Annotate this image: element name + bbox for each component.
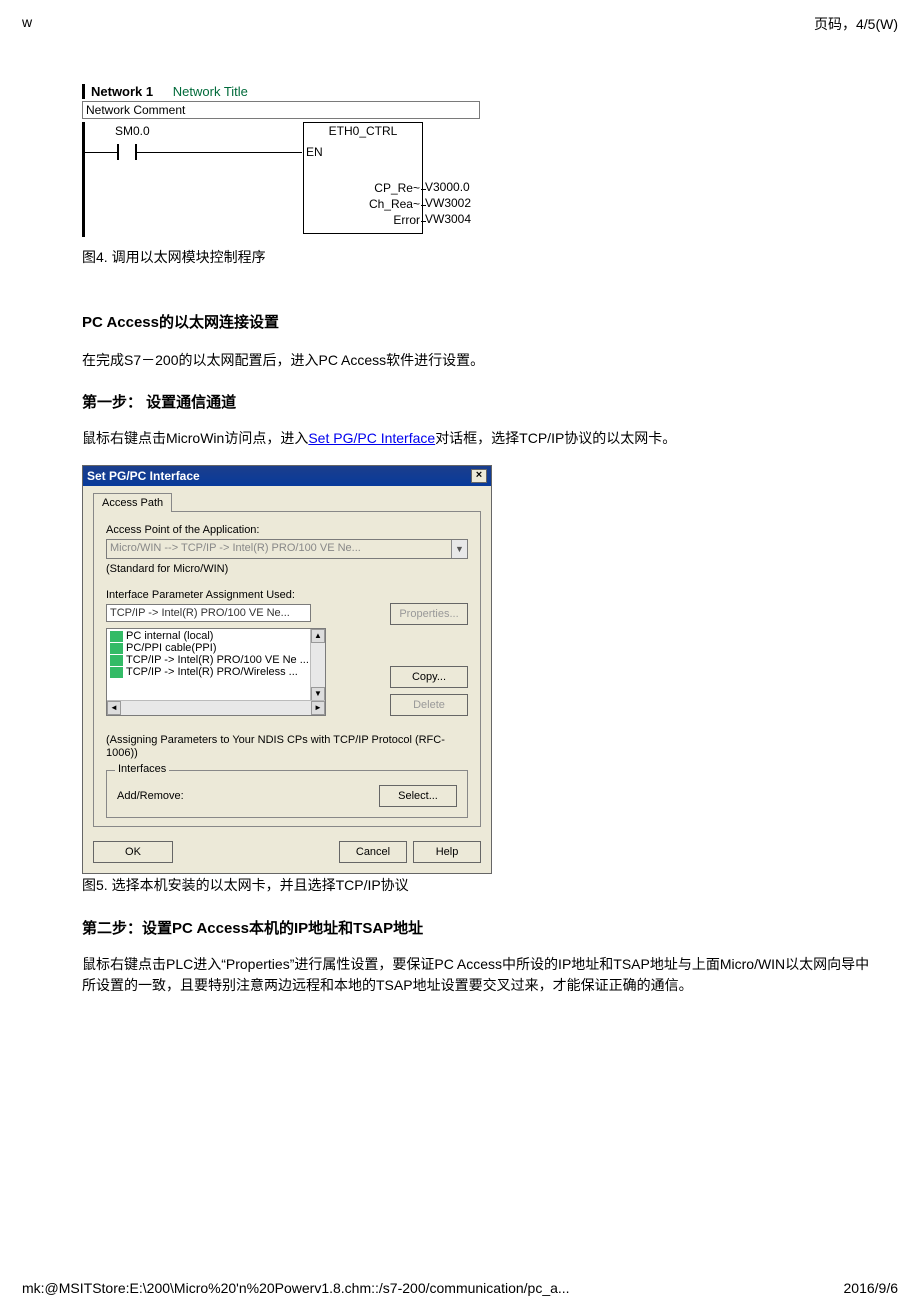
dialog-title: Set PG/PC Interface — [87, 469, 200, 483]
dialog-titlebar[interactable]: Set PG/PC Interface × — [83, 466, 491, 486]
para-intro: 在完成S7－200的以太网配置后，进入PC Access软件进行设置。 — [82, 350, 883, 371]
set-pgpc-interface-link[interactable]: Set PG/PC Interface — [308, 430, 435, 446]
interfaces-group: Interfaces Add/Remove: Select... — [106, 770, 468, 818]
copy-button[interactable]: Copy... — [390, 666, 468, 688]
para-step2: 鼠标右键点击PLC进入“Properties”进行属性设置，要保证PC Acce… — [82, 954, 883, 996]
adapter-icon — [110, 655, 123, 666]
ladder-rung: SM0.0 ETH0_CTRL EN CP_Re~ Ch_Rea~ Error … — [82, 122, 480, 237]
fb-ext-v3000: V3000.0 — [425, 180, 485, 194]
standard-note: (Standard for Micro/WIN) — [106, 563, 468, 575]
list-item: PC/PPI cable(PPI) — [109, 642, 323, 654]
list-item: TCP/IP -> Intel(R) PRO/100 VE Ne ... — [109, 654, 323, 666]
scroll-down-icon[interactable]: ▼ — [311, 687, 325, 701]
adapter-icon — [110, 643, 123, 654]
function-block: ETH0_CTRL EN CP_Re~ Ch_Rea~ Error — [303, 122, 423, 234]
tab-access-path[interactable]: Access Path — [93, 493, 172, 512]
chevron-down-icon[interactable]: ▼ — [451, 540, 467, 558]
cancel-button[interactable]: Cancel — [339, 841, 407, 863]
addremove-label: Add/Remove: — [117, 790, 184, 802]
header-right: 页码，4/5(W) — [814, 14, 898, 34]
para-step1: 鼠标右键点击MicroWin访问点，进入Set PG/PC Interface对… — [82, 428, 883, 449]
fb-pin-ch: Ch_Rea~ — [369, 197, 420, 211]
list-item: PC internal (local) — [109, 630, 323, 642]
protocol-note: (Assigning Parameters to Your NDIS CPs w… — [106, 734, 468, 760]
set-pgpc-interface-dialog: Set PG/PC Interface × Access Path Access… — [82, 465, 492, 874]
scroll-right-icon[interactable]: ► — [311, 701, 325, 715]
select-button[interactable]: Select... — [379, 785, 457, 807]
interface-listbox[interactable]: PC internal (local) PC/PPI cable(PPI) TC… — [106, 628, 326, 716]
scrollbar-horizontal[interactable]: ◄ ► — [107, 700, 325, 715]
footer-date: 2016/9/6 — [844, 1280, 899, 1296]
fb-pin-err: Error — [393, 213, 420, 227]
step2-title: 第二步：设置PC Access本机的IP地址和TSAP地址 — [82, 917, 883, 938]
fb-pin-cp: CP_Re~ — [374, 181, 420, 195]
access-point-label: Access Point of the Application: — [106, 524, 468, 536]
list-item: TCP/IP -> Intel(R) PRO/Wireless ... — [109, 666, 323, 678]
figure4-caption: 图4. 调用以太网模块控制程序 — [82, 247, 883, 267]
access-point-combo[interactable]: Micro/WIN --> TCP/IP -> Intel(R) PRO/100… — [106, 539, 468, 559]
scroll-left-icon[interactable]: ◄ — [107, 701, 121, 715]
fb-ext-vw3004: VW3004 — [425, 212, 485, 226]
interface-assignment-field[interactable]: TCP/IP -> Intel(R) PRO/100 VE Ne... — [106, 604, 311, 622]
network-title: Network Title — [173, 84, 248, 99]
network-diagram: Network 1 Network Title Network Comment … — [82, 84, 492, 237]
properties-button[interactable]: Properties... — [390, 603, 468, 625]
contact-label: SM0.0 — [115, 124, 150, 138]
page-footer: mk:@MSITStore:E:\200\Micro%20'n%20Powerv… — [22, 1280, 898, 1296]
fb-title: ETH0_CTRL — [304, 123, 422, 139]
help-button[interactable]: Help — [413, 841, 481, 863]
adapter-icon — [110, 631, 123, 642]
header-left: w — [22, 14, 32, 34]
ok-button[interactable]: OK — [93, 841, 173, 863]
delete-button[interactable]: Delete — [390, 694, 468, 716]
fb-ext-vw3002: VW3002 — [425, 196, 485, 210]
scroll-up-icon[interactable]: ▲ — [311, 629, 325, 643]
fb-en-pin: EN — [306, 145, 323, 159]
section-pc-access-title: PC Access的以太网连接设置 — [82, 311, 883, 332]
scrollbar-vertical[interactable]: ▲ ▼ — [310, 629, 325, 701]
network-comment: Network Comment — [82, 101, 480, 119]
network-label: Network 1 — [91, 84, 153, 99]
close-icon[interactable]: × — [471, 469, 487, 483]
interface-assignment-label: Interface Parameter Assignment Used: — [106, 589, 468, 601]
figure5-caption: 图5. 选择本机安装的以太网卡，并且选择TCP/IP协议 — [82, 875, 883, 895]
footer-path: mk:@MSITStore:E:\200\Micro%20'n%20Powerv… — [22, 1280, 570, 1296]
page-header: w 页码，4/5(W) — [22, 14, 898, 34]
group-legend: Interfaces — [115, 763, 169, 775]
step1-title: 第一步： 设置通信通道 — [82, 391, 883, 412]
adapter-icon — [110, 667, 123, 678]
